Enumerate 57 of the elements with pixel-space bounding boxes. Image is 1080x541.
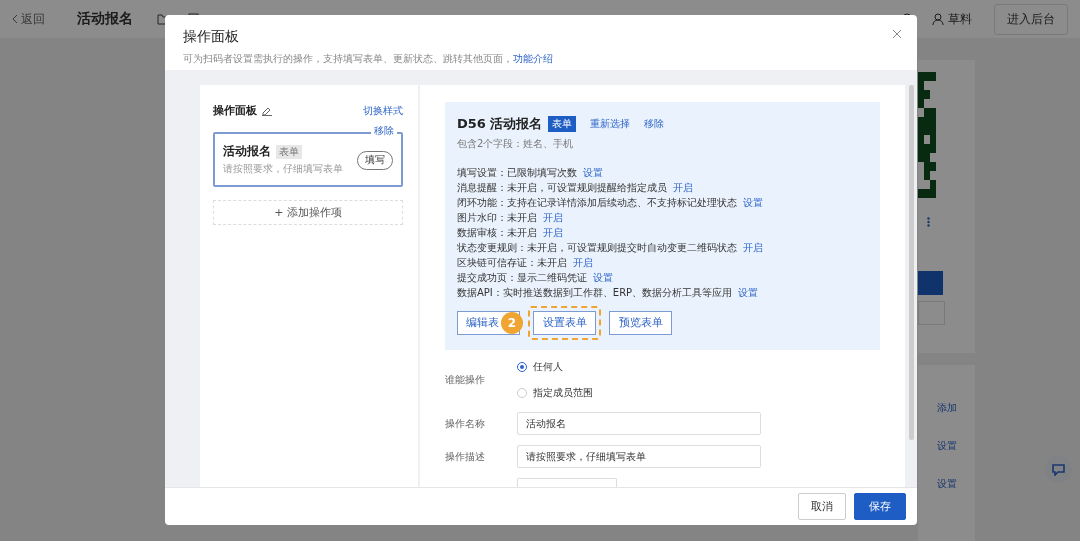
setting-link[interactable]: 开启 [673,180,693,195]
admin-button[interactable]: 进入后台 [994,3,1068,35]
setting-link[interactable]: 开启 [743,240,763,255]
add-operation-button[interactable]: + 添加操作项 [213,200,403,225]
card-action-link[interactable]: 重新选择 [590,117,631,131]
form-button[interactable]: 预览表单 [609,311,672,335]
setting-text: 数据API：实时推送数据到工作群、ERP、数据分析工具等应用 [457,286,733,300]
chat-icon[interactable] [1052,463,1065,476]
field-label: 操作描述 [445,449,486,464]
back-link[interactable]: 返回 [21,10,45,28]
item-tag: 表单 [276,144,302,159]
page-title: 活动报名 [77,10,133,28]
setting-text: 闭环功能：支持在记录详情添加后续动态、不支持标记处理状态 [457,196,737,210]
card-action-link[interactable]: 移除 [644,117,665,131]
pencil-icon[interactable] [262,105,272,116]
setting-text: 提交成功页：显示二维码凭证 [457,271,587,285]
field-label: 谁能操作 [445,373,486,387]
feature-intro-link[interactable]: 功能介绍 [513,53,553,64]
modal-title: 操作面板 [183,28,239,46]
user-icon[interactable] [932,13,944,25]
radio-label[interactable]: 指定成员范围 [533,386,593,400]
setting-text: 消息提醒：未开启，可设置规则提醒给指定成员 [457,181,667,195]
setting-text: 填写设置：已限制填写次数 [457,166,577,180]
switch-style-link[interactable]: 切换样式 [363,103,403,118]
item-description: 请按照要求，仔细填写表单 [223,162,343,176]
save-button[interactable]: 保存 [854,493,906,520]
chevron-left-icon[interactable] [12,14,18,24]
panel-title: 操作面板 [213,103,257,118]
more-icon[interactable] [927,217,930,227]
fields-info: 包含2个字段：姓名、手机 [457,137,575,151]
form-tag: 表单 [548,116,577,132]
close-icon[interactable] [893,30,901,38]
setting-text: 区块链可信存证：未开启 [457,256,567,270]
remove-link[interactable]: 移除 [371,125,397,137]
setting-link[interactable]: 开启 [573,255,593,270]
setting-link[interactable]: 设置 [738,285,759,300]
setting-link[interactable]: 设置 [936,477,957,491]
input-field[interactable]: 请按照要求，仔细填写表单 [517,445,761,468]
setting-text: 状态变更规则：未开启，可设置规则提交时自动变更二维码状态 [457,241,737,255]
cancel-button[interactable]: 取消 [798,493,846,520]
setting-link[interactable]: 开启 [543,225,563,240]
field-label: 操作名称 [445,416,486,431]
item-title: 活动报名 [223,144,271,159]
setting-text: 数据审核：未开启 [457,226,537,240]
radio-label[interactable]: 任何人 [533,360,563,374]
input-field[interactable]: 活动报名 [517,412,761,435]
setting-link[interactable]: 设置 [593,270,613,285]
setting-link[interactable]: 设置 [743,195,763,210]
modal-subtitle: 可为扫码者设置需执行的操作，支持填写表单、更新状态、跳转其他页面， [183,53,513,64]
user-name[interactable]: 草料 [948,10,972,28]
form-button[interactable]: 设置表单 [533,311,596,335]
form-title: D56 活动报名 [457,115,543,133]
setting-link[interactable]: 设置 [583,165,603,180]
setting-link[interactable]: 开启 [543,210,563,225]
setting-link[interactable]: 添加 [936,401,957,415]
setting-text: 图片水印：未开启 [457,211,537,225]
setting-link[interactable]: 设置 [936,439,957,453]
